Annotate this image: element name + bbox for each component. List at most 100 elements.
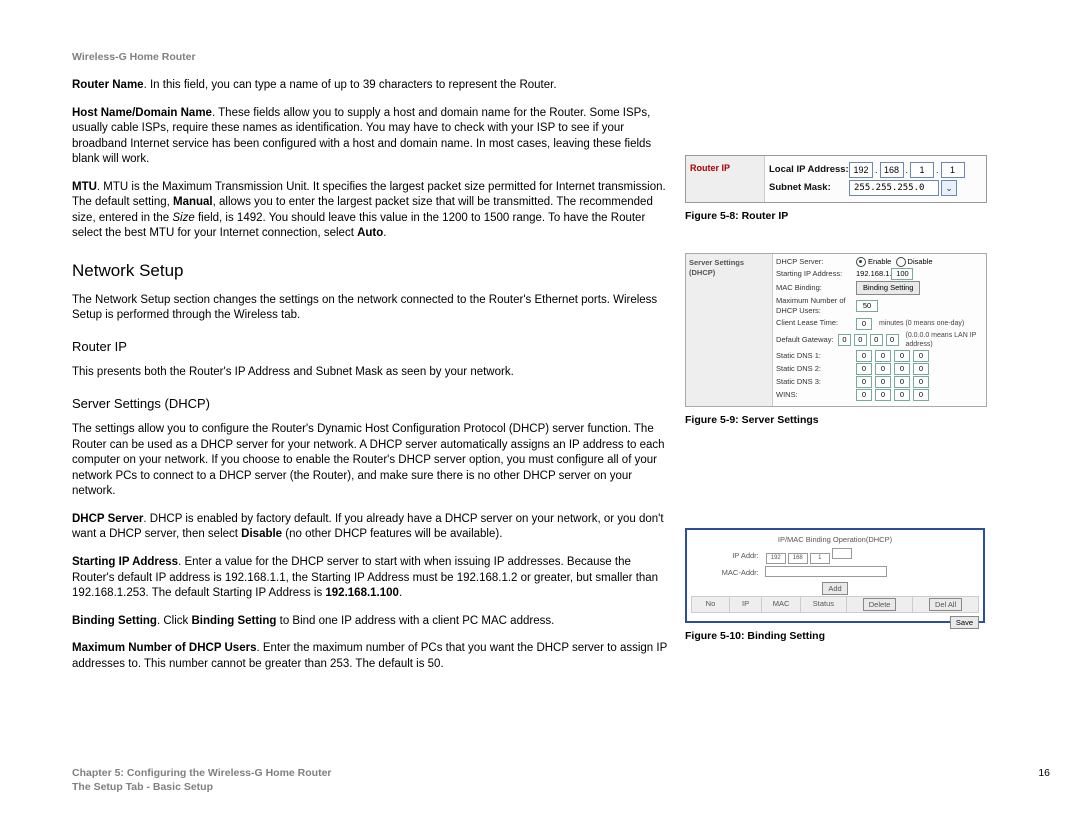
heading-dhcp: Server Settings (DHCP) (72, 395, 672, 413)
fig9-dns1-4[interactable]: 0 (913, 350, 929, 362)
bold-binding: Binding Setting (191, 615, 276, 627)
save-button[interactable]: Save (950, 616, 979, 629)
fig10-mac-label: MAC-Addr: (692, 565, 762, 581)
fig8-ip-oct1[interactable]: 192 (849, 162, 873, 178)
fig8-local-ip-label: Local IP Address: (769, 164, 849, 177)
delall-button[interactable]: Del All (929, 598, 962, 611)
text-startip2: . (399, 587, 402, 599)
radio-enable[interactable] (856, 257, 866, 267)
fig10-mac-input[interactable] (765, 566, 887, 577)
fig10-ipaddr-label: IP Addr: (692, 547, 762, 565)
fig9-dns2-1[interactable]: 0 (856, 363, 872, 375)
fig9-dns3-2[interactable]: 0 (875, 376, 891, 388)
fig8-subnet-label: Subnet Mask: (769, 182, 849, 195)
para-mtu: MTU. MTU is the Maximum Transmission Uni… (72, 180, 672, 242)
fig9-dns1-3[interactable]: 0 (894, 350, 910, 362)
para-starting-ip: Starting IP Address. Enter a value for t… (72, 555, 672, 602)
fig10-ip-2[interactable]: 168 (788, 553, 808, 564)
fig10-col-ip: IP (729, 596, 761, 612)
figure-binding-setting: IP/MAC Binding Operation(DHCP) IP Addr: … (685, 528, 985, 623)
fig9-startip-label: Starting IP Address: (776, 269, 856, 279)
fig8-ip-oct2[interactable]: 168 (880, 162, 904, 178)
fig9-caption: Figure 5-9: Server Settings (685, 413, 1005, 427)
para-router-ip: This presents both the Router's IP Addre… (72, 365, 672, 381)
fig9-dns2-3[interactable]: 0 (894, 363, 910, 375)
bold-startip-default: 192.168.1.100 (325, 587, 399, 599)
fig10-ip-1[interactable]: 192 (766, 553, 786, 564)
footer-line2: The Setup Tab - Basic Setup (72, 780, 1050, 794)
fig9-dhcp-label: DHCP Server: (776, 257, 856, 267)
heading-network-setup: Network Setup (72, 260, 672, 283)
label-maxusers: Maximum Number of DHCP Users (72, 642, 256, 654)
binding-setting-button[interactable]: Binding Setting (856, 281, 920, 295)
fig8-subnet-select[interactable]: 255.255.255.0 (849, 180, 939, 196)
fig10-ip-3[interactable]: 1 (810, 553, 830, 564)
add-button[interactable]: Add (822, 582, 847, 595)
fig9-dns3-3[interactable]: 0 (894, 376, 910, 388)
figure-server-settings: Server Settings (DHCP) DHCP Server: Enab… (685, 253, 987, 407)
fig9-wins-2[interactable]: 0 (875, 389, 891, 401)
fig9-gw-1[interactable]: 0 (838, 334, 851, 346)
label-dhcp-server: DHCP Server (72, 513, 143, 525)
fig9-side-label: Server Settings (DHCP) (686, 254, 773, 406)
fig9-dns3-label: Static DNS 3: (776, 377, 856, 387)
text-router-name: . In this field, you can type a name of … (144, 79, 557, 91)
fig9-wins-label: WINS: (776, 390, 856, 400)
fig9-wins-4[interactable]: 0 (913, 389, 929, 401)
fig9-gw-2[interactable]: 0 (854, 334, 867, 346)
fig10-col-no: No (692, 596, 730, 612)
fig8-ip-oct3[interactable]: 1 (910, 162, 934, 178)
fig9-enable-text: Enable (868, 257, 891, 267)
fig9-lease-input[interactable]: 0 (856, 318, 872, 330)
bold-disable: Disable (241, 528, 282, 540)
fig9-gw-3[interactable]: 0 (870, 334, 883, 346)
italic-size: Size (172, 212, 194, 224)
para-binding: Binding Setting. Click Binding Setting t… (72, 614, 672, 630)
label-mtu: MTU (72, 181, 97, 193)
fig9-dns3-1[interactable]: 0 (856, 376, 872, 388)
radio-disable[interactable] (896, 257, 906, 267)
fig9-gw-4[interactable]: 0 (886, 334, 899, 346)
doc-header: Wireless-G Home Router (72, 50, 1050, 64)
fig9-wins-3[interactable]: 0 (894, 389, 910, 401)
text-binding1: . Click (157, 615, 192, 627)
para-dhcp-intro: The settings allow you to configure the … (72, 422, 672, 500)
figure-router-ip: Router IP Local IP Address: 192.168.1.1 … (685, 155, 987, 203)
fig10-col-mac: MAC (762, 596, 801, 612)
fig8-side-label: Router IP (686, 156, 765, 202)
bold-manual: Manual (173, 196, 213, 208)
fig9-dns1-1[interactable]: 0 (856, 350, 872, 362)
figures-column: Router IP Local IP Address: 192.168.1.1 … (685, 155, 1005, 673)
chevron-down-icon[interactable]: ⌄ (941, 180, 957, 196)
fig8-ip-oct4[interactable]: 1 (941, 162, 965, 178)
page-number: 16 (1038, 766, 1050, 780)
fig9-dns2-2[interactable]: 0 (875, 363, 891, 375)
delete-button[interactable]: Delete (863, 598, 897, 611)
text-mtu4: . (383, 227, 386, 239)
fig10-ip-4[interactable] (832, 548, 852, 559)
fig9-dns1-2[interactable]: 0 (875, 350, 891, 362)
main-column: Router Name. In this field, you can type… (72, 78, 672, 684)
text-binding2: to Bind one IP address with a client PC … (276, 615, 554, 627)
label-starting-ip: Starting IP Address (72, 556, 178, 568)
fig9-gw-label: Default Gateway: (776, 335, 838, 345)
fig9-dns2-4[interactable]: 0 (913, 363, 929, 375)
para-router-name: Router Name. In this field, you can type… (72, 78, 672, 94)
fig9-dns2-label: Static DNS 2: (776, 364, 856, 374)
fig10-caption: Figure 5-10: Binding Setting (685, 629, 1005, 643)
para-host: Host Name/Domain Name. These fields allo… (72, 106, 672, 168)
fig10-col-status: Status (800, 596, 846, 612)
fig9-startip-prefix: 192.168.1. (856, 269, 891, 279)
fig9-maxusers-input[interactable]: 50 (856, 300, 878, 312)
fig9-dns1-label: Static DNS 1: (776, 351, 856, 361)
fig9-maxusers-label: Maximum Number of DHCP Users: (776, 296, 856, 316)
fig9-wins-1[interactable]: 0 (856, 389, 872, 401)
para-network-setup: The Network Setup section changes the se… (72, 293, 672, 324)
text-dhcp2: (no other DHCP features will be availabl… (282, 528, 502, 540)
label-host: Host Name/Domain Name (72, 107, 212, 119)
fig9-dns3-4[interactable]: 0 (913, 376, 929, 388)
fig9-disable-text: Disable (908, 257, 933, 267)
fig9-gw-note: (0.0.0.0 means LAN IP address) (906, 331, 983, 350)
fig9-startip-input[interactable]: 100 (891, 268, 913, 280)
label-router-name: Router Name (72, 79, 144, 91)
